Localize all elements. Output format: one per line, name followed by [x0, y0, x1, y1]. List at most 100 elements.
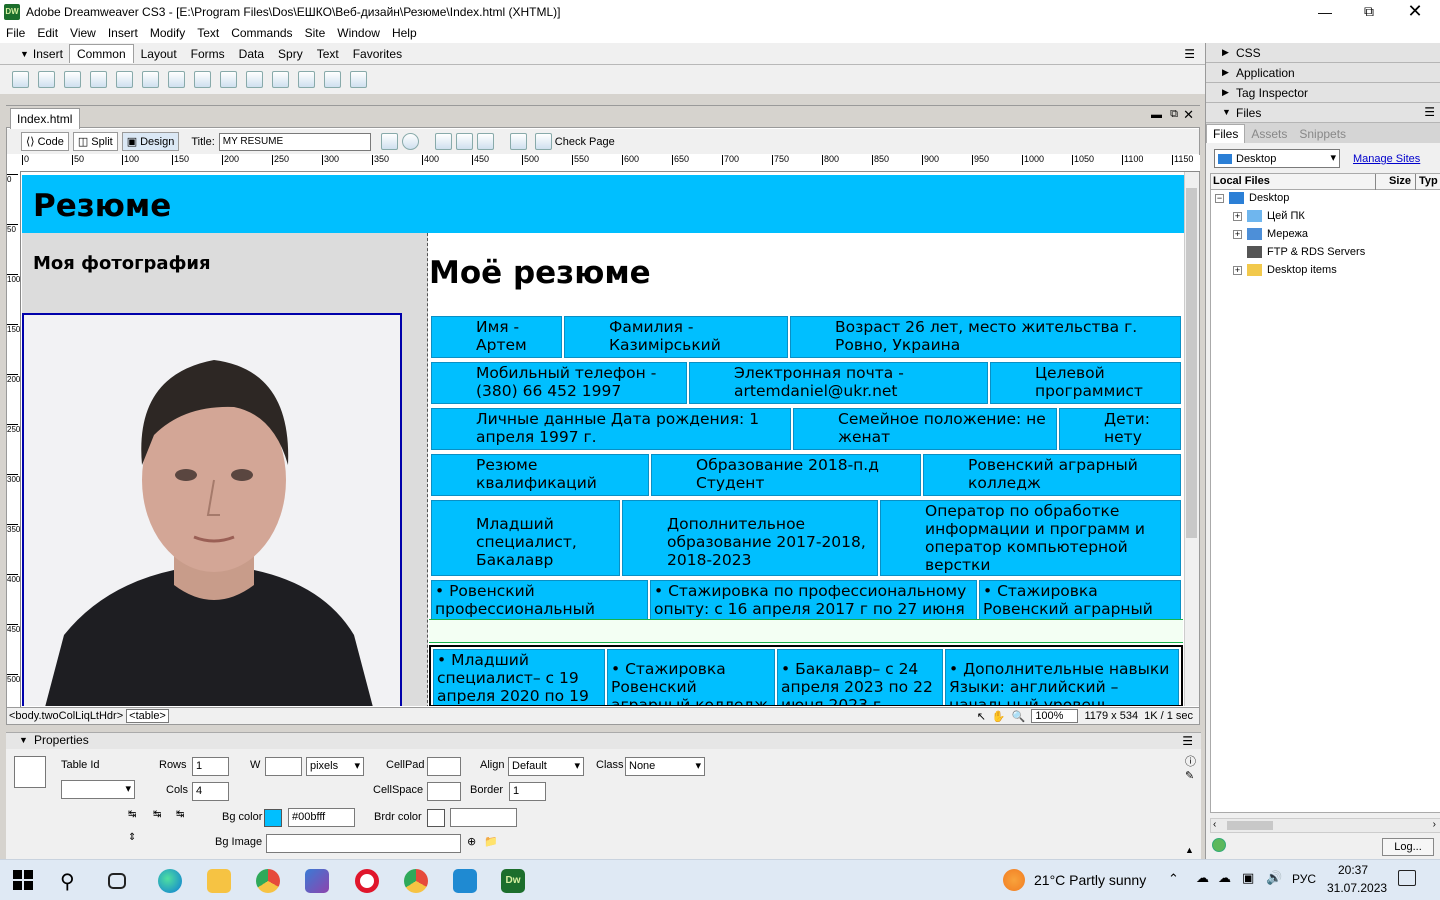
- panel-options-icon[interactable]: ☰: [1184, 47, 1195, 61]
- tag-selector-table[interactable]: <table>: [126, 709, 169, 723]
- tab-common[interactable]: Common: [68, 44, 134, 63]
- panel-options-icon[interactable]: ☰: [1424, 105, 1435, 119]
- convert-to-percent-icon[interactable]: ↹: [176, 809, 184, 820]
- table-cell[interactable]: • Дополнительные навыки Языки: английски…: [945, 649, 1179, 705]
- table-cell[interactable]: Дополнительное образование 2017-2018, 20…: [622, 500, 878, 576]
- tab-spry[interactable]: Spry: [271, 44, 310, 63]
- table-cell[interactable]: Целевой программист: [990, 362, 1181, 404]
- design-view-button[interactable]: ▣ Design: [121, 132, 180, 151]
- table-cell[interactable]: • Стажировка Ровенский аграрный колледж: [979, 580, 1181, 624]
- notifications-icon[interactable]: [1398, 870, 1416, 886]
- width-input[interactable]: [265, 757, 302, 776]
- zoom-tool-icon[interactable]: 🔍: [1012, 710, 1026, 723]
- site-select[interactable]: Desktop: [1214, 149, 1340, 168]
- table-cell[interactable]: • Бакалавр– с 24 апреля 2023 по 22 июня …: [777, 649, 943, 705]
- view-options-icon[interactable]: [455, 133, 473, 150]
- close-icon[interactable]: ✕: [1392, 0, 1438, 23]
- scrollbar-thumb[interactable]: [1186, 188, 1197, 538]
- input-language[interactable]: РУС: [1292, 872, 1316, 886]
- application-panel-header[interactable]: ▶ Application: [1206, 63, 1440, 83]
- tab-layout[interactable]: Layout: [134, 44, 184, 63]
- cols-input[interactable]: 4: [192, 782, 229, 801]
- clock-time[interactable]: 20:37: [1338, 863, 1368, 877]
- border-color-swatch[interactable]: [427, 809, 445, 827]
- validate-markup-icon[interactable]: [509, 133, 527, 150]
- visual-aids-icon[interactable]: [476, 133, 494, 150]
- table-row[interactable]: Личные данные Дата рождения: 1 апреля 19…: [429, 406, 1183, 452]
- menu-window[interactable]: Window: [331, 26, 386, 40]
- tree-item-desktop[interactable]: − Desktop: [1215, 192, 1289, 204]
- code-view-button[interactable]: ⟨⟩ Code: [21, 132, 69, 151]
- convert-to-pixels-icon[interactable]: ↹: [153, 809, 161, 820]
- table-row[interactable]: • Ровенский профессиональный лицей • Ста…: [429, 578, 1183, 624]
- rows-input[interactable]: 1: [192, 757, 229, 776]
- table-cell[interactable]: Дети: нету: [1059, 408, 1181, 450]
- vscode-icon[interactable]: [453, 869, 477, 893]
- chrome-icon[interactable]: [256, 869, 280, 893]
- page-title-input[interactable]: MY RESUME: [218, 132, 371, 151]
- scrollbar-thumb[interactable]: [1227, 821, 1273, 830]
- expand-triangle-icon[interactable]: ▲: [1185, 845, 1194, 855]
- tree-item-network[interactable]: + Мережа: [1233, 228, 1308, 240]
- app-icon[interactable]: [305, 869, 329, 893]
- file-management-icon[interactable]: [380, 133, 398, 150]
- doc-minimize-icon[interactable]: ▬: [1151, 109, 1162, 121]
- selected-table-row[interactable]: • Младший специалист– с 19 апреля 2020 п…: [429, 645, 1183, 706]
- window-size[interactable]: 1179 x 534: [1084, 710, 1138, 722]
- table-row[interactable]: Резюме квалификаций Образование 2018-п.д…: [429, 452, 1183, 498]
- css-panel-header[interactable]: ▶ CSS: [1206, 43, 1440, 63]
- weather-text[interactable]: 21°C Partly sunny: [1034, 872, 1146, 888]
- browse-folder-icon[interactable]: 📁: [484, 835, 498, 848]
- table-cell[interactable]: Оператор по обработке информации и прогр…: [880, 500, 1181, 576]
- menu-site[interactable]: Site: [299, 26, 332, 40]
- dreamweaver-icon[interactable]: Dw: [501, 869, 525, 893]
- minimize-icon[interactable]: —: [1302, 0, 1348, 23]
- images-icon[interactable]: [142, 71, 159, 88]
- check-page-button[interactable]: Check Page: [531, 132, 619, 151]
- tab-assets[interactable]: Assets: [1245, 125, 1293, 143]
- files-hscrollbar[interactable]: ‹ ›: [1210, 818, 1440, 833]
- menu-file[interactable]: File: [0, 26, 31, 40]
- tag-selector-body[interactable]: <body.twoColLiqLtHdr>: [7, 710, 123, 722]
- menu-modify[interactable]: Modify: [144, 26, 191, 40]
- table-cell[interactable]: • Ровенский профессиональный лицей: [431, 580, 648, 624]
- clear-column-widths-icon[interactable]: ↹: [128, 809, 136, 820]
- table-icon[interactable]: [90, 71, 107, 88]
- menu-commands[interactable]: Commands: [225, 26, 298, 40]
- tree-item-this-pc[interactable]: + Цей ПК: [1233, 210, 1305, 222]
- column-header-type[interactable]: Typ: [1419, 175, 1438, 187]
- expand-icon[interactable]: +: [1233, 229, 1242, 239]
- column-header-size[interactable]: Size: [1389, 175, 1411, 187]
- preview-browser-icon[interactable]: [401, 133, 419, 150]
- onedrive-icon[interactable]: ☁: [1196, 870, 1209, 886]
- refresh-icon[interactable]: [434, 133, 452, 150]
- named-anchor-icon[interactable]: [64, 71, 81, 88]
- tag-chooser-icon[interactable]: [350, 71, 367, 88]
- tag-inspector-panel-header[interactable]: ▶ Tag Inspector: [1206, 83, 1440, 103]
- tab-favorites[interactable]: Favorites: [346, 44, 409, 63]
- files-panel-header[interactable]: ▼ Files ☰: [1206, 103, 1440, 123]
- collapse-icon[interactable]: −: [1215, 193, 1224, 203]
- network-status-icon[interactable]: ▣: [1242, 870, 1254, 886]
- clear-row-heights-icon[interactable]: ⇕: [128, 832, 136, 843]
- volume-icon[interactable]: 🔊: [1266, 870, 1282, 886]
- menu-text[interactable]: Text: [191, 26, 225, 40]
- tree-item-desktop-items[interactable]: + Desktop items: [1233, 264, 1337, 276]
- menu-insert[interactable]: Insert: [102, 26, 144, 40]
- table-cell[interactable]: Имя - Артем: [431, 316, 562, 358]
- tree-item-ftp-servers[interactable]: FTP & RDS Servers: [1247, 246, 1365, 258]
- table-row[interactable]: Мобильный телефон - (380) 66 452 1997 Эл…: [429, 360, 1183, 406]
- site-status-icon[interactable]: [1212, 838, 1226, 852]
- manage-sites-link[interactable]: Manage Sites: [1353, 153, 1420, 165]
- cellpad-input[interactable]: [427, 757, 461, 776]
- border-color-input[interactable]: [450, 808, 517, 827]
- document-tab[interactable]: Index.html: [10, 108, 80, 129]
- tab-files[interactable]: Files: [1206, 124, 1246, 143]
- cloud-icon[interactable]: ☁: [1218, 870, 1231, 886]
- table-cell[interactable]: Фамилия - Казимірський: [564, 316, 788, 358]
- zoom-select[interactable]: 100%: [1031, 709, 1079, 723]
- table-cell[interactable]: Образование 2018-п.д Студент: [651, 454, 921, 496]
- table-cell[interactable]: Резюме квалификаций: [431, 454, 649, 496]
- doc-restore-icon[interactable]: ⧉: [1170, 108, 1178, 121]
- width-unit-select[interactable]: pixels: [306, 757, 364, 776]
